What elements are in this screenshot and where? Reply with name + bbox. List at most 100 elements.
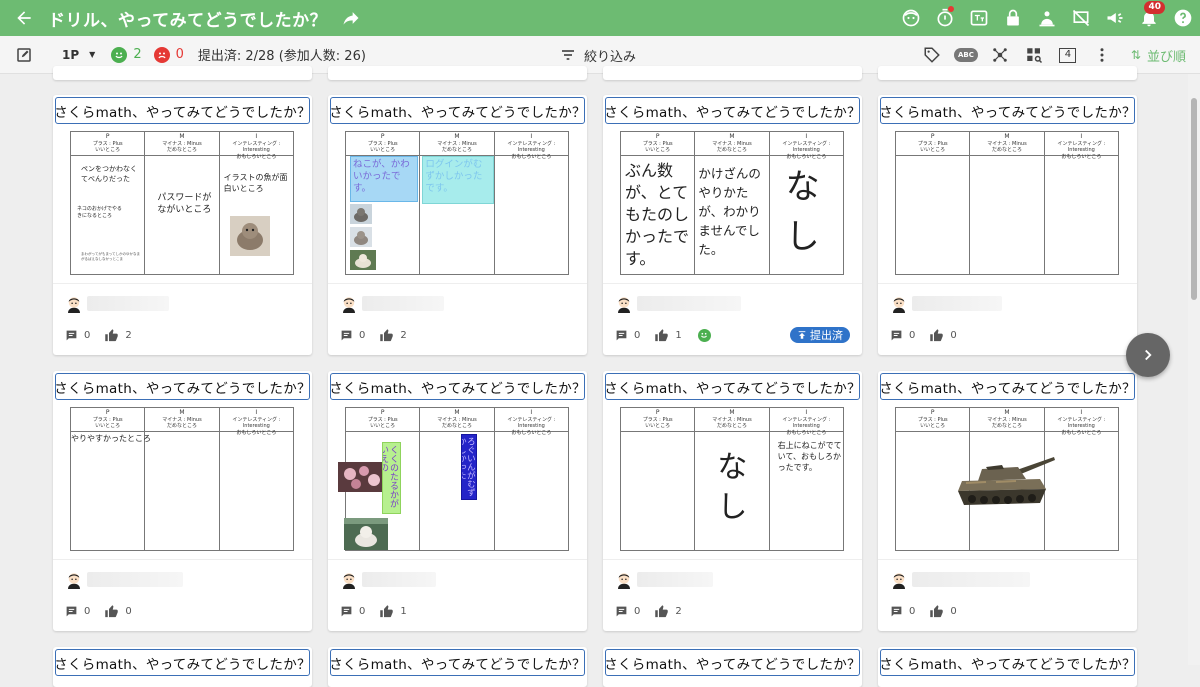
interesting-column: I インテレスティング : Interesting おもしろいところ なし [769, 132, 843, 274]
edit-assignment-icon[interactable] [0, 46, 48, 64]
submission-grid: さくらmath、やってみてどうでしたか？ P プラス : Plus いいところ ペン… [0, 66, 1200, 687]
submission-card[interactable]: さくらmath、やってみてどうでしたか？ P プラス : Plus いいところ Mマ… [878, 371, 1137, 631]
thumbs-up-icon[interactable] [654, 604, 669, 619]
submission-card[interactable]: さくらmath、やってみてどうでしたか？ P プラス : Plus いいところ ペン… [53, 95, 312, 355]
student-name-blurred [912, 572, 1030, 587]
thumbs-up-icon[interactable] [929, 328, 944, 343]
more-vert-icon[interactable] [1085, 46, 1119, 64]
submission-card[interactable]: さくらmath、やってみてどうでしたか？ [53, 647, 312, 687]
card-partial-top-3 [603, 66, 862, 80]
submission-card[interactable]: さくらmath、やってみてどうでしたか？ [878, 647, 1137, 687]
sticky-note[interactable]: ねこが、かわいかったです。 [350, 156, 418, 202]
note-text: ネコのおかげでやるきになるところ [77, 206, 122, 219]
minus-column: M マイナス : Minus だめなところ ログインがむずかしかったです。 [420, 132, 495, 274]
card-title: さくらmath、やってみてどうでしたか？ [604, 97, 861, 124]
sticky-note[interactable]: くくのたるかがいえの [382, 442, 401, 514]
submission-card[interactable]: さくらmath、やってみてどうでしたか？ P プラス : Plus いいところ くく… [328, 371, 587, 631]
card-title: さくらmath、やってみてどうでしたか？ [879, 373, 1136, 400]
student-avatar-icon [68, 297, 80, 313]
thumbs-up-icon[interactable] [379, 604, 394, 619]
student-name-blurred [362, 572, 436, 587]
student-name-blurred [637, 296, 741, 311]
comment-count: 0 [84, 605, 91, 617]
comment-icon[interactable] [615, 605, 628, 618]
note-text: なし [785, 167, 820, 257]
thumbs-up-icon[interactable] [929, 604, 944, 619]
sort-button[interactable]: ⇅ 並び順 [1119, 46, 1200, 65]
translate-icon[interactable] [962, 0, 996, 36]
like-count: 0 [950, 605, 957, 617]
notification-bell-icon[interactable]: 40 [1132, 0, 1166, 36]
comment-icon[interactable] [340, 605, 353, 618]
cat-photo-image [350, 227, 372, 247]
scrollbar-thumb[interactable] [1191, 98, 1197, 300]
comment-icon[interactable] [615, 329, 628, 342]
help-icon[interactable] [1166, 0, 1200, 36]
student-name-blurred [912, 296, 1002, 311]
plus-column: P プラス : Plus いいところ ねこが、かわいかったです。 [346, 132, 421, 274]
teacher-view-icon[interactable] [1030, 0, 1064, 36]
pmi-sheet: P プラス : Plus いいところ ペンをつかわなくてべんりだった ネコのおかげで… [70, 131, 294, 275]
note-text: ぶん数が、とてもたのしかったです。 [625, 161, 690, 268]
bad-face-icon[interactable] [153, 46, 170, 63]
page-selector[interactable]: 1P ▼ [62, 48, 95, 62]
submission-card[interactable]: さくらmath、やってみてどうでしたか？ P プラス : Plus いいところ ねこ… [328, 95, 587, 355]
card-partial-top-1 [53, 66, 312, 80]
student-face-icon[interactable] [894, 0, 928, 36]
card-title: さくらmath、やってみてどうでしたか？ [329, 649, 586, 676]
abc-spellcheck-icon[interactable]: ABC [949, 48, 983, 62]
tag-icon[interactable] [915, 46, 949, 64]
comment-icon[interactable] [890, 605, 903, 618]
timer-icon[interactable] [928, 0, 962, 36]
good-face-icon[interactable] [111, 46, 128, 63]
submission-card[interactable]: さくらmath、やってみてどうでしたか？ P プラス : Plus いいところ ぶん… [603, 95, 862, 355]
lock-icon[interactable] [996, 0, 1030, 36]
plus-column: P プラス : Plus いいところ [896, 132, 971, 274]
like-count: 1 [675, 329, 682, 341]
megaphone-icon[interactable] [1098, 0, 1132, 36]
comment-icon[interactable] [65, 605, 78, 618]
pmi-sheet: P プラス : Plus いいところ くくのたるかがいえの M マイナス : Minu… [338, 407, 569, 551]
page-title: ドリル、やってみてどうでしたか？ [48, 10, 328, 31]
back-arrow-icon[interactable] [0, 0, 48, 36]
like-count: 2 [125, 329, 132, 341]
comment-count: 0 [634, 329, 641, 341]
share-arrow-icon[interactable] [339, 6, 363, 30]
filter-icon [562, 50, 574, 60]
grid-search-icon[interactable] [1017, 46, 1051, 64]
sticky-note[interactable]: ログインがむずかしかったです。 [422, 156, 495, 204]
thumbs-up-icon[interactable] [104, 604, 119, 619]
abc-label: ABC [953, 48, 978, 62]
submission-card[interactable]: さくらmath、やってみてどうでしたか？ [328, 647, 587, 687]
thumbs-up-icon[interactable] [104, 328, 119, 343]
plus-column: P プラス : Plus いいところ ぶん数が、とてもたのしかったです。 [621, 132, 696, 274]
column-count-button[interactable]: 4 [1051, 47, 1085, 63]
note-text: パスワードがながいところ [157, 193, 212, 215]
timer-alert-dot [948, 6, 954, 12]
broadcast-off-icon[interactable] [1064, 0, 1098, 36]
next-page-button[interactable] [1126, 333, 1170, 377]
network-graph-icon[interactable] [983, 46, 1017, 64]
submission-card[interactable]: さくらmath、やってみてどうでしたか？ P プラス : Plus いいところ やり… [53, 371, 312, 631]
pmi-sheet: P プラス : Plus いいところ ぶん数が、とてもたのしかったです。 M マイナス… [620, 131, 844, 275]
card-footer: 0 0 [890, 603, 971, 619]
submission-card[interactable]: さくらmath、やってみてどうでしたか？ P プラス : Plus いいところ Mマ… [878, 95, 1137, 355]
sort-arrows-icon: ⇅ [1130, 48, 1141, 62]
thumbs-up-icon[interactable] [654, 328, 669, 343]
thumbs-up-icon[interactable] [379, 328, 394, 343]
app-bar: ドリル、やってみてどうでしたか？ 40 [0, 0, 1200, 36]
comment-icon[interactable] [890, 329, 903, 342]
like-count: 0 [125, 605, 132, 617]
interesting-column: I インテレスティング : Interesting おもしろいところ 右上にねこがで… [769, 408, 843, 550]
comment-icon[interactable] [340, 329, 353, 342]
sticky-note[interactable]: ろぐいんがむずかしかった [461, 434, 478, 500]
card-footer: 0 2 [340, 327, 421, 343]
student-avatar-icon [618, 297, 630, 313]
minus-column: M マイナス : Minus だめなところ パスワードがながいところ [145, 132, 220, 274]
submission-card[interactable]: さくらmath、やってみてどうでしたか？ P プラス : Plus いいところ Mマ… [603, 371, 862, 631]
pmi-sheet: P プラス : Plus いいところ M マイナス : Minus だめなところ I イン… [895, 131, 1119, 275]
submission-card[interactable]: さくらmath、やってみてどうでしたか？ [603, 647, 862, 687]
comment-icon[interactable] [65, 329, 78, 342]
page-label: 1P [62, 47, 80, 62]
like-count: 0 [950, 329, 957, 341]
